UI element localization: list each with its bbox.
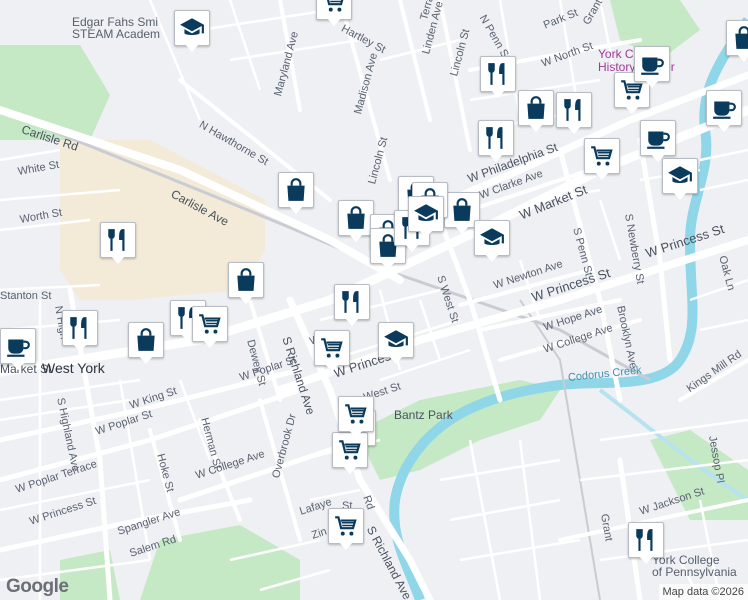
restaurant-marker[interactable]: [478, 120, 514, 166]
shopping-marker[interactable]: [228, 262, 264, 308]
grocery-marker[interactable]: [192, 306, 228, 352]
cafe-marker[interactable]: [0, 328, 36, 374]
map-attribution[interactable]: Map data ©2026: [658, 584, 748, 600]
marker-pointer: [339, 542, 353, 550]
marker-pointer: [139, 356, 153, 364]
marker-pointer: [73, 344, 87, 352]
marker-pointer: [325, 364, 339, 372]
restaurant-icon: [70, 317, 87, 339]
label-west-york: West York: [42, 360, 105, 376]
restaurant-icon: [488, 63, 505, 85]
restaurant-icon: [486, 127, 503, 149]
grocery-icon: [591, 146, 613, 166]
grocery-marker[interactable]: [328, 508, 364, 554]
grocery-marker[interactable]: [314, 330, 350, 376]
marker-pointer: [529, 124, 543, 132]
marker-pointer: [289, 206, 303, 214]
grocery-marker[interactable]: [584, 138, 620, 184]
marker-pointer: [737, 54, 748, 62]
marker-pointer: [345, 318, 359, 326]
school-marker[interactable]: [378, 322, 414, 368]
cafe-marker[interactable]: [706, 90, 742, 136]
marker-pointer: [389, 356, 403, 364]
marker-pointer: [239, 296, 253, 304]
restaurant-marker[interactable]: [334, 284, 370, 330]
restaurant-icon: [108, 229, 125, 251]
school-icon: [180, 18, 204, 36]
marker-pointer: [11, 362, 25, 370]
school-icon: [414, 204, 438, 222]
marker-pointer: [717, 124, 731, 132]
restaurant-marker[interactable]: [100, 222, 136, 268]
marker-pointer: [405, 244, 419, 252]
restaurant-icon: [342, 291, 359, 313]
shopping-marker[interactable]: [518, 90, 554, 136]
cafe-marker[interactable]: [634, 46, 670, 92]
marker-pointer: [349, 430, 363, 438]
shopping-marker[interactable]: [128, 322, 164, 368]
restaurant-icon: [636, 529, 653, 551]
grocery-icon: [335, 516, 357, 536]
school-marker[interactable]: [662, 158, 698, 204]
shopping-icon: [735, 26, 748, 49]
marker-pointer: [343, 466, 357, 474]
marker-pointer: [111, 256, 125, 264]
marker-pointer: [625, 106, 639, 114]
school-marker[interactable]: [474, 220, 510, 266]
grocery-marker[interactable]: [338, 396, 374, 442]
marker-pointer: [673, 192, 687, 200]
label-bantz-park: Bantz Park: [394, 408, 453, 422]
marker-pointer: [485, 254, 499, 262]
marker-pointer: [185, 44, 199, 52]
marker-pointer: [595, 172, 609, 180]
grocery-icon: [345, 404, 367, 424]
cafe-icon: [641, 57, 664, 75]
marker-pointer: [567, 126, 581, 134]
shopping-icon: [453, 198, 471, 221]
marker-pointer: [349, 234, 363, 242]
marker-pointer: [491, 90, 505, 98]
grocery-marker[interactable]: [316, 0, 352, 30]
school-icon: [668, 166, 692, 184]
marker-pointer: [645, 80, 659, 88]
shopping-icon: [287, 178, 305, 201]
grocery-icon: [326, 0, 344, 12]
shopping-marker[interactable]: [278, 172, 314, 218]
marker-pointer: [203, 340, 217, 348]
marker-pointer: [455, 226, 469, 234]
label-stanton-st: Stanton St: [0, 290, 52, 302]
label-york-college: York College of Pennsylvania: [652, 553, 737, 579]
cafe-icon: [647, 131, 670, 149]
school-icon: [480, 228, 504, 246]
shopping-icon: [137, 328, 155, 351]
cafe-icon: [713, 101, 736, 119]
restaurant-icon: [564, 99, 581, 121]
shopping-icon: [237, 268, 255, 291]
grocery-icon: [321, 338, 343, 358]
shopping-icon: [527, 96, 545, 119]
school-marker[interactable]: [408, 196, 444, 242]
marker-pointer: [639, 556, 653, 564]
shopping-icon: [347, 206, 365, 229]
restaurant-marker[interactable]: [62, 310, 98, 356]
marker-pointer: [489, 154, 503, 162]
marker-pointer: [381, 262, 395, 270]
restaurant-marker[interactable]: [556, 92, 592, 138]
restaurant-marker[interactable]: [480, 56, 516, 102]
google-logo: Google: [6, 576, 69, 597]
restaurant-marker[interactable]: [628, 522, 664, 568]
cafe-icon: [7, 339, 30, 357]
school-icon: [384, 330, 408, 348]
label-edgar-fahs: Edgar Fahs Smi STEAM Academ: [72, 15, 161, 41]
marker-pointer: [327, 18, 341, 26]
marker-pointer: [419, 230, 433, 238]
grocery-icon: [199, 314, 221, 334]
shopping-marker[interactable]: [338, 200, 374, 246]
shopping-marker[interactable]: [726, 20, 748, 66]
map-canvas[interactable]: Edgar Fahs Smi STEAM Academ Hartley St M…: [0, 0, 748, 600]
school-marker[interactable]: [174, 10, 210, 56]
